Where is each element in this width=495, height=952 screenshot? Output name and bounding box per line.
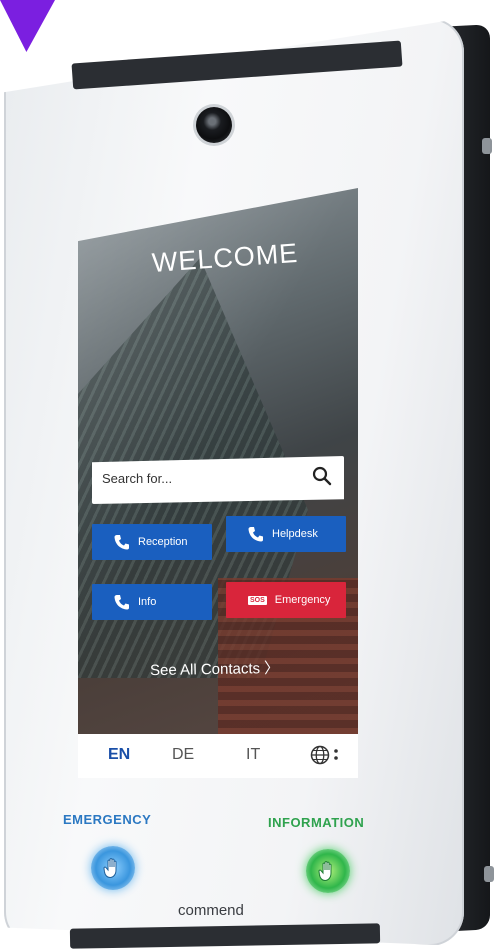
phone-icon [248,527,263,542]
hand-icon [103,858,117,879]
info-button[interactable]: Info [92,584,212,620]
info-label: Info [138,596,157,608]
see-all-contacts-link[interactable]: See All Contacts 〉 [150,657,279,680]
brand-logo: commend [178,902,244,919]
chevron-right-icon: 〉 [263,659,280,678]
reception-button[interactable]: Reception [92,524,212,560]
bottom-bar [69,923,381,949]
helpdesk-button[interactable]: Helpdesk [226,516,346,552]
side-screw [484,866,494,882]
information-call-button[interactable] [306,849,350,893]
arrow-marker [0,0,55,52]
language-bar: EN DE IT [78,734,358,778]
emergency-label: Emergency [274,594,331,606]
language-de[interactable]: DE [172,746,194,764]
helpdesk-label: Helpdesk [272,528,318,540]
phone-icon [114,535,129,550]
emergency-button[interactable]: SOS Emergency [226,582,346,618]
emergency-hardware-label: EMERGENCY [63,812,152,827]
sos-icon: SOS [248,595,267,605]
search-bar[interactable] [92,456,344,504]
language-en[interactable]: EN [108,746,130,764]
phone-icon [114,595,129,610]
camera-lens [196,107,232,143]
globe-icon[interactable] [310,745,330,765]
search-icon[interactable] [312,466,332,486]
kebab-menu-icon[interactable] [334,746,338,766]
emergency-call-button[interactable] [91,846,135,890]
language-it[interactable]: IT [246,746,260,764]
reception-label: Reception [138,536,188,548]
see-all-label: See All Contacts [149,660,261,680]
information-hardware-label: INFORMATION [268,815,365,830]
side-screw [482,138,492,154]
touch-screen: WELCOME Reception Helpdesk Info SOS Emer… [78,188,358,778]
search-input[interactable] [100,470,304,487]
hand-icon [318,861,332,882]
